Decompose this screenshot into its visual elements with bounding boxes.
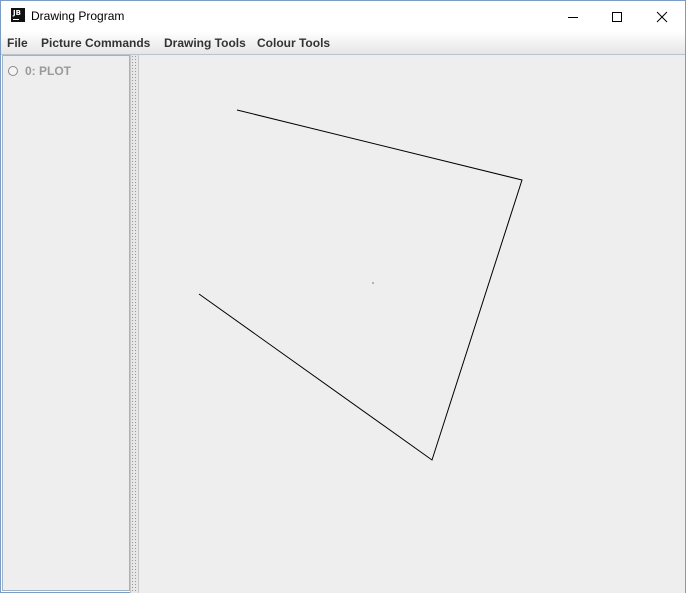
close-icon xyxy=(656,11,668,22)
menu-drawing-tools[interactable]: Drawing Tools xyxy=(164,36,246,50)
drawn-point xyxy=(372,282,374,284)
menu-colour-tools[interactable]: Colour Tools xyxy=(257,36,330,50)
window-title: Drawing Program xyxy=(31,9,125,23)
menu-bar: File Picture Commands Drawing Tools Colo… xyxy=(1,32,685,55)
menu-picture-commands[interactable]: Picture Commands xyxy=(41,36,150,50)
app-window: JB Drawing Program File Picture Commands… xyxy=(0,0,686,593)
title-bar[interactable]: JB Drawing Program xyxy=(1,1,685,32)
app-icon-text: JB xyxy=(13,9,21,17)
maximize-button[interactable] xyxy=(594,1,640,32)
drawn-polyline xyxy=(198,109,523,461)
drawing-surface xyxy=(198,109,523,461)
drawing-canvas[interactable] xyxy=(139,55,685,593)
command-list-item[interactable]: 0: PLOT xyxy=(8,64,71,78)
radio-button[interactable] xyxy=(8,66,18,76)
minimize-icon xyxy=(568,16,578,18)
command-label: 0: PLOT xyxy=(25,64,72,78)
command-list-panel: 0: PLOT xyxy=(2,55,130,591)
menu-file[interactable]: File xyxy=(7,36,28,50)
minimize-button[interactable] xyxy=(550,1,596,32)
maximize-icon xyxy=(612,11,622,22)
close-button[interactable] xyxy=(639,1,685,32)
app-icon: JB xyxy=(11,8,25,22)
split-pane-divider[interactable] xyxy=(130,55,139,593)
